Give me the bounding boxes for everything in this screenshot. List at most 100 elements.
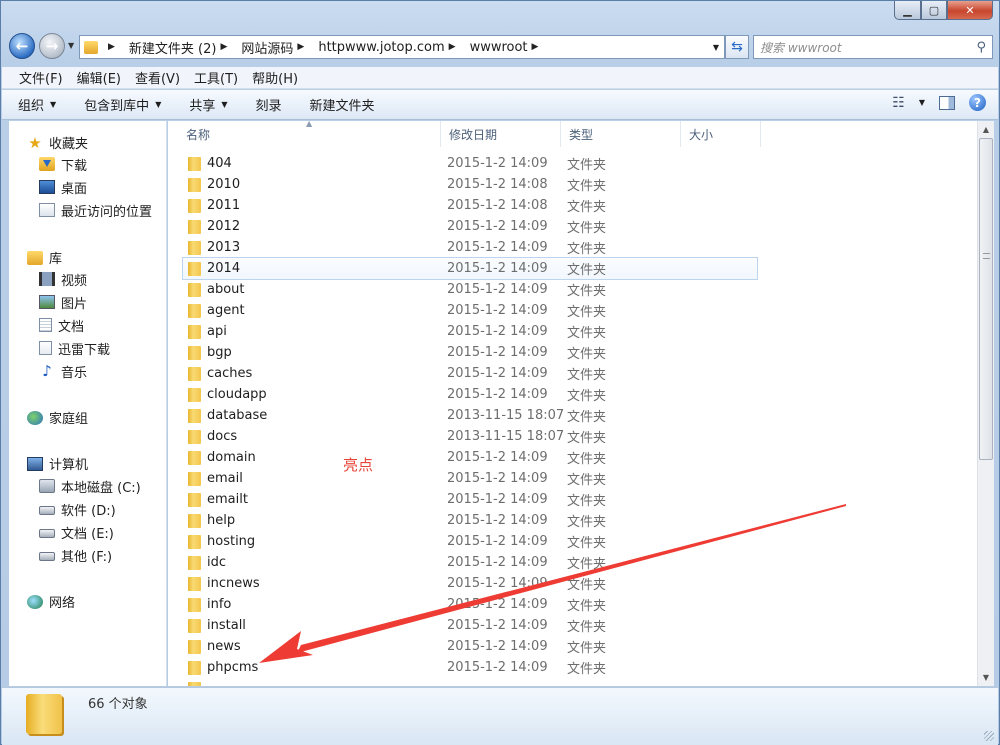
nav-music[interactable]: ♪ 音乐 bbox=[39, 361, 87, 381]
include-library-button[interactable]: 包含到库中 ▼ bbox=[84, 95, 161, 114]
nav-downloads[interactable]: 下载 bbox=[39, 154, 87, 174]
column-header-size[interactable]: 大小 bbox=[681, 121, 761, 147]
nav-drive-d[interactable]: 软件 (D:) bbox=[39, 499, 116, 519]
breadcrumb-root[interactable]: ▶ bbox=[100, 42, 125, 52]
menu-help[interactable]: 帮助(H) bbox=[245, 68, 305, 87]
nav-label: 家庭组 bbox=[49, 412, 89, 427]
sort-ascending-icon: ▲ bbox=[306, 121, 313, 128]
file-name: agent bbox=[207, 303, 245, 318]
forward-button[interactable]: → bbox=[39, 33, 65, 59]
new-folder-button[interactable]: 新建文件夹 bbox=[310, 95, 375, 114]
resize-grip-icon[interactable] bbox=[984, 731, 994, 741]
recent-pages-dropdown[interactable]: ▼ bbox=[68, 41, 74, 50]
file-row[interactable]: docs 2013-11-15 18:07 文件夹 bbox=[168, 426, 977, 447]
scroll-down-button[interactable]: ▼ bbox=[978, 669, 994, 686]
preview-pane-icon[interactable] bbox=[939, 95, 955, 110]
nav-drive-c[interactable]: 本地磁盘 (C:) bbox=[39, 476, 141, 496]
column-header-name[interactable]: ▲ 名称 bbox=[168, 121, 441, 147]
file-date: 2015-1-2 14:09 bbox=[447, 660, 548, 675]
download-icon bbox=[39, 157, 55, 171]
burn-label: 刻录 bbox=[255, 99, 282, 114]
view-dropdown-icon[interactable]: ▼ bbox=[919, 98, 925, 107]
address-dropdown-button[interactable]: ▼ bbox=[708, 43, 724, 52]
file-row[interactable]: agent 2015-1-2 14:09 文件夹 bbox=[168, 300, 977, 321]
file-row[interactable]: bgp 2015-1-2 14:09 文件夹 bbox=[168, 342, 977, 363]
file-row[interactable]: database 2013-11-15 18:07 文件夹 bbox=[168, 405, 977, 426]
file-row[interactable]: incnews 2015-1-2 14:09 文件夹 bbox=[168, 573, 977, 594]
minimize-button[interactable]: ▁ bbox=[894, 1, 921, 20]
file-date: 2015-1-2 14:09 bbox=[447, 240, 548, 255]
nav-desktop[interactable]: 桌面 bbox=[39, 177, 87, 197]
menu-view[interactable]: 查看(V) bbox=[128, 68, 187, 87]
file-type: 文件夹 bbox=[567, 662, 607, 677]
vertical-scrollbar[interactable]: ▲ ▼ bbox=[977, 121, 994, 686]
nav-drive-f[interactable]: 其他 (F:) bbox=[39, 545, 112, 565]
nav-homegroup[interactable]: 家庭组 bbox=[27, 408, 88, 427]
nav-pictures[interactable]: 图片 bbox=[39, 292, 87, 312]
file-name: api bbox=[207, 324, 227, 339]
file-row[interactable]: info 2015-1-2 14:09 文件夹 bbox=[168, 594, 977, 615]
nav-xunlei[interactable]: 迅雷下载 bbox=[39, 338, 110, 358]
file-row[interactable]: help 2015-1-2 14:09 文件夹 bbox=[168, 510, 977, 531]
file-row[interactable]: email 2015-1-2 14:09 文件夹 bbox=[168, 468, 977, 489]
menu-edit[interactable]: 编辑(E) bbox=[70, 68, 128, 87]
breadcrumb-0[interactable]: 新建文件夹 (2) ▶ bbox=[125, 38, 237, 57]
nav-computer[interactable]: 计算机 bbox=[27, 454, 88, 473]
file-row[interactable]: cloudapp 2015-1-2 14:09 文件夹 bbox=[168, 384, 977, 405]
file-row[interactable] bbox=[168, 678, 977, 686]
file-row[interactable]: install 2015-1-2 14:09 文件夹 bbox=[168, 615, 977, 636]
file-name: phpcms bbox=[207, 660, 259, 675]
file-row[interactable]: caches 2015-1-2 14:09 文件夹 bbox=[168, 363, 977, 384]
column-header-type[interactable]: 类型 bbox=[561, 121, 681, 147]
navigation-pane: ★ 收藏夹 下载 桌面 最近访问的位置 库 视频 图片 文档 迅雷下载 ♪ 音乐 家… bbox=[9, 121, 167, 686]
burn-button[interactable]: 刻录 bbox=[256, 95, 282, 114]
maximize-button[interactable]: ▢ bbox=[921, 1, 947, 20]
scroll-thumb[interactable] bbox=[979, 138, 993, 460]
refresh-button[interactable]: ⇆ bbox=[725, 35, 749, 59]
menu-file[interactable]: 文件(F) bbox=[12, 68, 70, 87]
file-row[interactable]: idc 2015-1-2 14:09 文件夹 bbox=[168, 552, 977, 573]
help-icon[interactable]: ? bbox=[969, 94, 986, 111]
view-options-icon[interactable]: ☷ bbox=[892, 95, 905, 111]
file-row[interactable]: about 2015-1-2 14:09 文件夹 bbox=[168, 279, 977, 300]
menu-tools[interactable]: 工具(T) bbox=[187, 68, 245, 87]
file-row[interactable]: hosting 2015-1-2 14:09 文件夹 bbox=[168, 531, 977, 552]
breadcrumb-1[interactable]: 网站源码 ▶ bbox=[237, 38, 314, 57]
nav-drive-e[interactable]: 文档 (E:) bbox=[39, 522, 114, 542]
folder-icon bbox=[188, 409, 201, 423]
file-name: incnews bbox=[207, 576, 260, 591]
file-row[interactable]: news 2015-1-2 14:09 文件夹 bbox=[168, 636, 977, 657]
nav-recent[interactable]: 最近访问的位置 bbox=[39, 200, 152, 220]
nav-videos[interactable]: 视频 bbox=[39, 269, 87, 289]
file-row[interactable]: 2014 2015-1-2 14:09 文件夹 bbox=[182, 257, 758, 280]
file-date: 2015-1-2 14:09 bbox=[447, 618, 548, 633]
nav-network[interactable]: 网络 bbox=[27, 592, 75, 611]
file-type: 文件夹 bbox=[567, 536, 607, 551]
close-button[interactable]: ✕ bbox=[947, 1, 993, 20]
file-row[interactable]: 2011 2015-1-2 14:08 文件夹 bbox=[168, 195, 977, 216]
column-header-date[interactable]: 修改日期 bbox=[441, 121, 561, 147]
file-row[interactable]: api 2015-1-2 14:09 文件夹 bbox=[168, 321, 977, 342]
organize-button[interactable]: 组织 ▼ bbox=[18, 95, 56, 114]
address-bar[interactable]: ▶ 新建文件夹 (2) ▶ 网站源码 ▶ httpwww.jotop.com ▶ ww… bbox=[79, 35, 725, 59]
file-date: 2015-1-2 14:09 bbox=[447, 576, 548, 591]
file-row[interactable]: domain 2015-1-2 14:09 文件夹 bbox=[168, 447, 977, 468]
nav-libraries[interactable]: 库 bbox=[27, 248, 62, 267]
nav-favorites[interactable]: ★ 收藏夹 bbox=[27, 133, 88, 153]
file-row[interactable]: 2012 2015-1-2 14:09 文件夹 bbox=[168, 216, 977, 237]
scroll-up-button[interactable]: ▲ bbox=[978, 121, 994, 138]
file-row[interactable]: 2013 2015-1-2 14:09 文件夹 bbox=[168, 237, 977, 258]
breadcrumb-2[interactable]: httpwww.jotop.com ▶ bbox=[314, 40, 465, 55]
search-input[interactable]: 搜索 wwwroot ⚲ bbox=[753, 35, 993, 59]
back-button[interactable]: ← bbox=[9, 33, 35, 59]
file-row[interactable]: 404 2015-1-2 14:09 文件夹 bbox=[168, 153, 977, 174]
breadcrumb-3[interactable]: wwwroot ▶ bbox=[466, 40, 549, 55]
nav-documents[interactable]: 文档 bbox=[39, 315, 84, 335]
share-button[interactable]: 共享 ▼ bbox=[189, 95, 227, 114]
file-row[interactable]: phpcms 2015-1-2 14:09 文件夹 bbox=[168, 657, 977, 678]
file-row[interactable]: emailt 2015-1-2 14:09 文件夹 bbox=[168, 489, 977, 510]
file-row[interactable]: 2010 2015-1-2 14:08 文件夹 bbox=[168, 174, 977, 195]
file-name: 2011 bbox=[207, 198, 241, 213]
file-date: 2015-1-2 14:08 bbox=[447, 198, 548, 213]
search-icon[interactable]: ⚲ bbox=[976, 40, 986, 55]
